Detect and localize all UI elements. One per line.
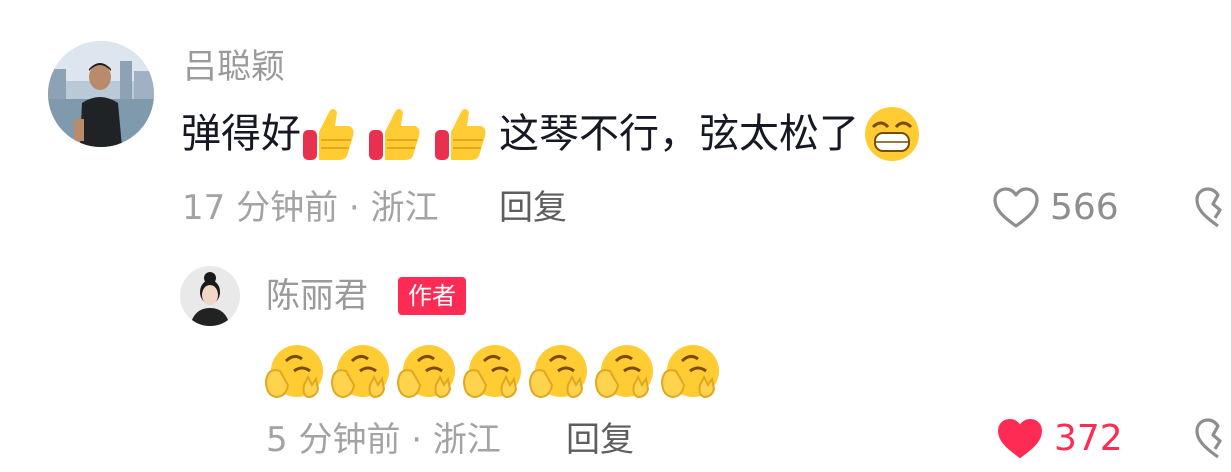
reply-text [264, 337, 726, 405]
thumbs-up-emoji [433, 106, 487, 162]
like-button[interactable]: 566 [992, 186, 1119, 230]
facepalm-emoji [264, 341, 324, 401]
heart-outline-icon [993, 187, 1039, 228]
comment-meta: 17 分钟前 · 浙江 [182, 188, 439, 228]
facepalm-emoji [528, 341, 588, 401]
comment-text-part: 弹得好 [181, 111, 301, 157]
author-avatar[interactable] [180, 266, 240, 326]
dislike-button[interactable] [1194, 417, 1231, 461]
dislike-button[interactable] [1194, 186, 1231, 230]
facepalm-emoji [594, 341, 654, 401]
like-count: 566 [1050, 187, 1119, 228]
comment-thread: 吕聪颖 弹得好 这琴不行，弦太松了 17 分钟前 · 浙江 回复 566 陈丽君… [0, 0, 1231, 472]
like-button[interactable]: 372 [996, 417, 1123, 461]
thumbs-up-emoji [301, 106, 355, 162]
author-photo [180, 266, 240, 326]
like-count: 372 [1054, 418, 1123, 459]
reply-button[interactable]: 回复 [566, 420, 634, 460]
broken-heart-icon [1195, 418, 1222, 459]
comment-text-part: 这琴不行，弦太松了 [499, 111, 859, 157]
reply-meta: 5 分钟前 · 浙江 [266, 420, 501, 460]
broken-heart-icon [1195, 187, 1222, 228]
username[interactable]: 吕聪颖 [183, 47, 285, 87]
user-photo [48, 41, 154, 147]
facepalm-emoji [396, 341, 456, 401]
thumbs-up-emoji [367, 106, 421, 162]
author-username[interactable]: 陈丽君 [266, 276, 368, 316]
avatar[interactable] [48, 41, 154, 147]
author-badge: 作者 [398, 277, 466, 315]
reply-button[interactable]: 回复 [499, 188, 567, 228]
facepalm-emoji [462, 341, 522, 401]
facepalm-emoji [660, 341, 720, 401]
grinning-emoji [863, 105, 921, 163]
heart-filled-icon [998, 419, 1042, 458]
facepalm-emoji [330, 341, 390, 401]
comment-text: 弹得好 这琴不行，弦太松了 [181, 106, 921, 162]
